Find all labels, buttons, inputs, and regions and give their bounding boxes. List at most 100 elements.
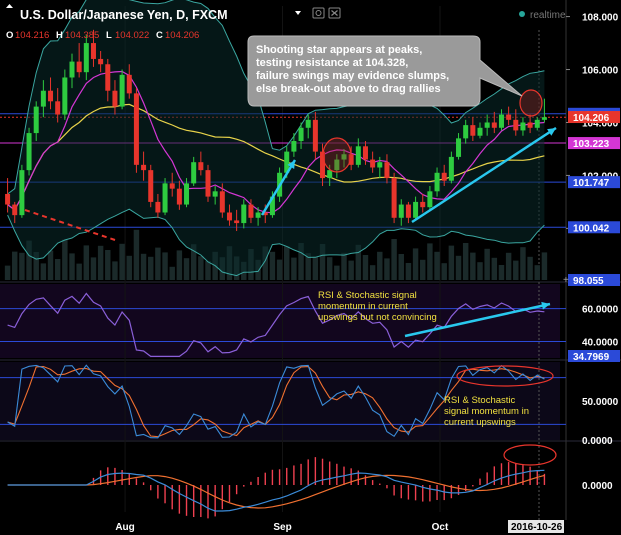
volume-bar [140,253,147,280]
volume-bar [97,245,104,280]
candle-body [484,122,490,128]
volume-bar [477,262,483,280]
candle-body [234,220,240,224]
candle-body [384,162,390,179]
volume-bar [119,243,125,280]
candle-body [98,58,104,65]
ohlc-value: 104.206 [165,30,199,41]
ohlc-value: 104.385 [65,30,99,41]
candle-body [191,162,197,184]
volume-bar [334,265,340,280]
candle-body [305,119,311,128]
candle-body [491,122,497,128]
last-date-label: 2016-10-26 [511,522,563,533]
volume-bar [54,259,61,280]
price-label-text: 104.206 [573,113,610,124]
candle-body [205,170,211,197]
candle-body [105,64,111,91]
volume-bar [520,247,526,280]
rsi-note-line: RSI & Stochastic signal [318,290,417,301]
candle-body [241,204,247,224]
candle-body [19,170,25,216]
volume-bar [513,260,519,280]
candle-body [355,146,361,165]
candle-body [513,119,519,131]
callout-text-line: testing resistance at 104.328, [256,57,408,69]
candle-body [141,164,147,171]
add-panel-plus-icon[interactable]: + [563,275,569,286]
volume-bar [47,250,54,280]
candle-body [298,127,304,142]
volume-bar [69,253,75,280]
chart-root: Shooting star appears at peaks, testing r… [0,0,621,535]
candle-body [169,183,175,189]
volume-bar [148,256,154,280]
candle-body [119,74,125,107]
volume-bar [133,229,140,280]
x-axis-label: Oct [432,522,449,533]
candle-body [427,191,433,208]
volume-bar [462,243,469,280]
ohlc-key: O [6,30,13,41]
candle-body [362,146,368,160]
volume-bar [377,251,383,280]
volume-bar [448,245,455,280]
volume-bar [198,256,204,280]
realtime-dot-icon [519,11,525,17]
candle-body [40,90,46,107]
candle-body [370,159,376,168]
volume-bar [491,257,498,280]
volume-bar [4,265,11,280]
candle-body [477,127,483,136]
price-label-text: 101.747 [573,178,610,189]
candle-body [391,178,397,218]
candle-body [26,133,32,171]
candle-body [498,114,504,128]
candle-body [413,201,419,218]
volume-bar [434,251,440,280]
rsi-note-line: momentum in current [318,301,408,312]
volume-bar [455,255,462,280]
candle-body [48,90,54,102]
volume-bar [441,263,447,280]
candle-body [90,43,96,59]
candle-body [12,204,18,216]
rsi-note-line: upswings but not convincing [318,312,437,323]
candle-body [541,117,547,120]
candle-body [148,170,154,202]
volume-bar [369,265,376,280]
rsi-axis-label: 40.0000 [582,338,619,349]
volume-bar [169,266,175,280]
candle-body [398,204,404,218]
volume-bar [427,243,433,280]
candle-body [312,119,318,152]
price-axis-label: 108.000 [582,13,619,24]
price-label-text: 103.223 [573,139,610,150]
volume-bar [527,256,533,280]
stoch-note-line: RSI & Stochastic [444,395,516,406]
volume-bar [162,252,168,280]
volume-bar [498,265,505,280]
candle-body [176,188,182,205]
volume-bar [505,252,512,280]
callout-text-line: Shooting star appears at peaks, [256,44,422,56]
candle-body [69,61,75,78]
volume-bar [291,257,297,280]
volume-bar [384,258,390,280]
volume-bar [341,252,347,280]
volume-bar [362,255,369,280]
price-label-text: 98.055 [573,276,604,287]
candle-body [112,90,118,107]
candle-body [291,141,297,152]
ohlc-key: C [156,30,163,41]
volume-bar [19,252,25,280]
volume-bar [40,263,47,280]
macd-axis-label: 0.0000 [582,481,613,492]
candle-body [248,204,254,218]
candle-body [434,172,440,192]
volume-bar [76,263,82,280]
x-axis-label: Sep [273,522,291,533]
volume-bar [420,259,426,280]
candle-body [198,162,204,171]
volume-bar [155,247,161,280]
